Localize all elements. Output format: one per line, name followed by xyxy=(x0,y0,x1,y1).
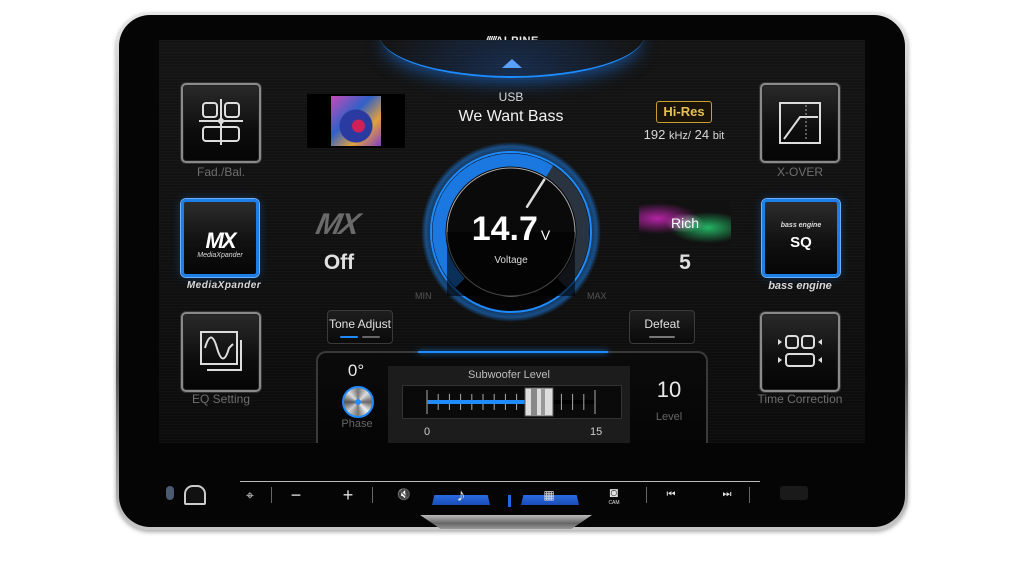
mx-tile-text: MX xyxy=(205,228,237,253)
xover-button[interactable] xyxy=(760,83,840,163)
eq-wave-icon xyxy=(200,331,242,371)
phase-knob-dot xyxy=(355,399,361,405)
subwoofer-level-slider[interactable] xyxy=(402,385,622,419)
mic-icon xyxy=(166,486,174,500)
slider-max-label: 15 xyxy=(590,426,603,438)
home-button[interactable] xyxy=(184,485,206,505)
volume-up-button[interactable]: + xyxy=(338,484,358,506)
volume-up-icon: + xyxy=(342,485,354,505)
center-indicator xyxy=(508,495,511,507)
slider-thumb xyxy=(524,387,554,417)
fader-balance-icon xyxy=(199,99,243,145)
volume-down-button[interactable]: − xyxy=(286,484,306,506)
volume-down-icon: − xyxy=(290,485,302,505)
separator xyxy=(646,487,647,503)
defeat-button[interactable]: Defeat xyxy=(629,310,695,344)
bass-engine-tile-text: SQ xyxy=(790,234,812,251)
audio-icon: ♪ xyxy=(456,485,466,505)
subwoofer-panel: 0° Phase Subwoofer Level 0 15 10 Level xyxy=(316,351,708,443)
audio-screen: Fad./Bal. USB We Want Bass Hi-Res 192 kH… xyxy=(159,40,865,443)
eq-setting-label: EQ Setting xyxy=(191,392,251,406)
bass-engine-preset-button[interactable]: Rich xyxy=(639,200,731,246)
separator xyxy=(372,487,373,503)
xover-label: X-OVER xyxy=(776,165,823,179)
subwoofer-level-slider-box: Subwoofer Level 0 15 xyxy=(388,366,630,443)
tone-adjust-indicator xyxy=(362,336,380,338)
bass-engine-label: bass engine xyxy=(768,280,832,292)
phase-knob[interactable] xyxy=(342,386,374,418)
time-correction-button[interactable] xyxy=(760,312,840,392)
phase-label: Phase xyxy=(341,418,373,430)
source-label: USB xyxy=(498,90,524,104)
sample-rate: 192 xyxy=(643,127,666,142)
audio-format-spec: 192 kHz/ 24 bit xyxy=(629,127,739,142)
bass-engine-tile-subtext: bass engine xyxy=(780,222,822,229)
navigation-button[interactable]: ⌖ xyxy=(240,484,260,506)
mute-icon: 🔇 xyxy=(397,489,411,501)
camera-icon: ◙ xyxy=(609,484,619,500)
menu-button[interactable]: ▦ xyxy=(538,484,560,506)
fader-balance-label: Fad./Bal. xyxy=(196,165,246,179)
defeat-indicator xyxy=(649,336,675,338)
bass-engine-level: 5 xyxy=(679,251,691,274)
slider-thumb-grip xyxy=(541,388,545,416)
time-correction-label: Time Correction xyxy=(757,392,843,406)
previous-track-button[interactable]: ⏮ xyxy=(660,484,682,506)
defeat-label: Defeat xyxy=(644,317,680,331)
fader-balance-button[interactable] xyxy=(181,83,261,163)
gauge-max-label: MAX xyxy=(587,291,607,301)
separator xyxy=(271,487,272,503)
phase-value: 0° xyxy=(347,361,365,380)
subwoofer-level-title: Subwoofer Level xyxy=(468,369,550,381)
bit-depth-unit: bit xyxy=(712,130,725,142)
bezel-chin xyxy=(420,515,592,529)
gauge-readout: 14.7 V xyxy=(449,210,573,249)
expand-up-arrow-icon[interactable] xyxy=(502,59,522,68)
navigation-icon: ⌖ xyxy=(246,487,254,503)
gauge-unit: V xyxy=(540,227,551,243)
subwoofer-slider-graphic xyxy=(426,387,596,417)
bass-engine-button[interactable]: bass engine SQ xyxy=(762,199,840,277)
next-track-icon: ⏭ xyxy=(722,489,732,500)
media-xpander-label: MediaXpander xyxy=(186,280,262,291)
slider-thumb-grip xyxy=(531,388,537,416)
sample-rate-unit: kHz/ xyxy=(668,130,691,142)
mx-tile-subtext: MediaXpander xyxy=(197,252,243,259)
slider-min-label: 0 xyxy=(424,426,431,438)
audio-button[interactable]: ♪ xyxy=(450,484,472,506)
gauge-value: 14.7 xyxy=(471,210,538,248)
eq-setting-button[interactable] xyxy=(181,312,261,392)
mute-button[interactable]: 🔇 xyxy=(394,484,414,506)
crossover-icon xyxy=(779,102,821,144)
album-art-image xyxy=(331,96,381,146)
next-track-button[interactable]: ⏭ xyxy=(716,484,738,506)
camera-caption: CAM xyxy=(608,500,620,506)
subwoofer-level-value: 10 xyxy=(656,377,682,402)
sensor-window xyxy=(780,486,808,500)
subwoofer-panel-glow xyxy=(418,351,608,353)
mx-logo: MX xyxy=(313,208,362,241)
album-art[interactable] xyxy=(307,94,405,148)
hires-badge: Hi-Res xyxy=(656,101,712,123)
subwoofer-level-label: Level xyxy=(655,411,683,423)
separator xyxy=(749,487,750,503)
bit-depth: 24 xyxy=(694,127,710,142)
camera-button[interactable]: ◙ CAM xyxy=(603,484,625,506)
mx-state: Off xyxy=(323,251,355,274)
control-bar-divider xyxy=(240,481,760,482)
media-xpander-button[interactable]: MX MediaXpander xyxy=(181,199,259,277)
previous-track-icon: ⏮ xyxy=(666,489,676,500)
menu-grid-icon: ▦ xyxy=(543,488,555,502)
tone-adjust-label: Tone Adjust xyxy=(328,317,392,331)
tone-adjust-indicator-active xyxy=(340,336,358,338)
time-correction-icon xyxy=(778,335,822,367)
tone-adjust-button[interactable]: Tone Adjust xyxy=(327,310,393,344)
track-title: We Want Bass xyxy=(458,108,564,125)
gauge-min-label: MIN xyxy=(415,291,432,301)
gauge-label: Voltage xyxy=(494,255,528,266)
